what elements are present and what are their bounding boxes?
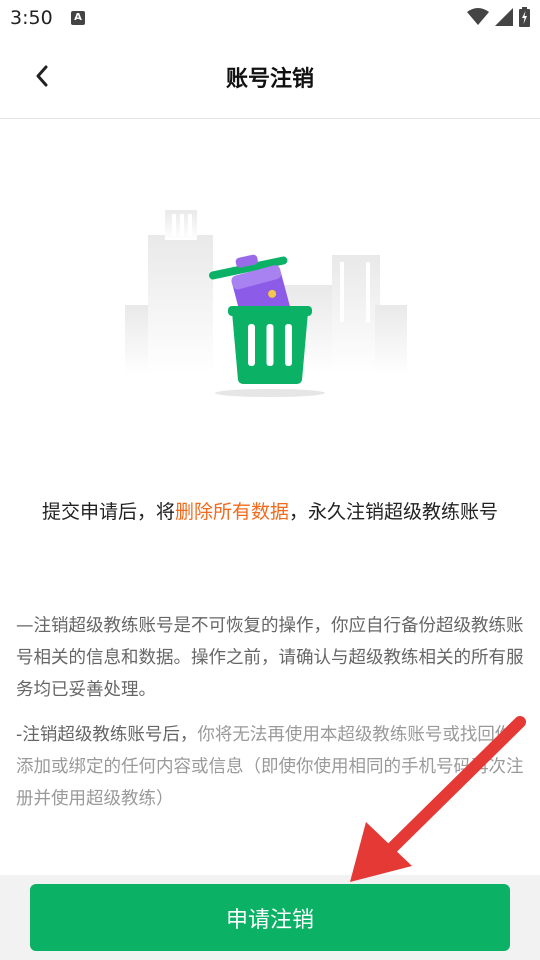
status-icons: [467, 7, 530, 27]
notice-after-cancel: -注销超级教练账号后，你将无法再使用本超级教练账号或找回你添加或绑定的任何内容或…: [16, 719, 524, 815]
notice-irreversible: —注销超级教练账号是不可恢复的操作，你应自行备份超级教练账号相关的信息和数据。操…: [16, 616, 524, 700]
status-bar: 3:50 A: [0, 0, 540, 36]
notice-after-cancel-lead: -注销超级教练账号后，: [16, 725, 198, 745]
battery-charging-icon: [519, 7, 530, 27]
apply-cancel-account-button[interactable]: 申请注销: [30, 884, 510, 951]
headline: 提交申请后，将删除所有数据，永久注销超级教练账号: [0, 497, 540, 524]
headline-highlight: 删除所有数据: [174, 501, 289, 523]
status-time: 3:50: [10, 7, 53, 29]
trash-can-illustration: [120, 200, 420, 410]
page-title: 账号注销: [225, 67, 314, 92]
app-header: 账号注销: [0, 36, 540, 119]
cellular-signal-icon: [495, 8, 513, 26]
accessibility-a-icon: A: [71, 11, 85, 25]
wifi-icon: [467, 8, 489, 25]
bottom-action-bar: 申请注销: [0, 875, 540, 960]
headline-suffix: ，永久注销超级教练账号: [289, 501, 499, 523]
headline-prefix: 提交申请后，将: [41, 501, 175, 523]
